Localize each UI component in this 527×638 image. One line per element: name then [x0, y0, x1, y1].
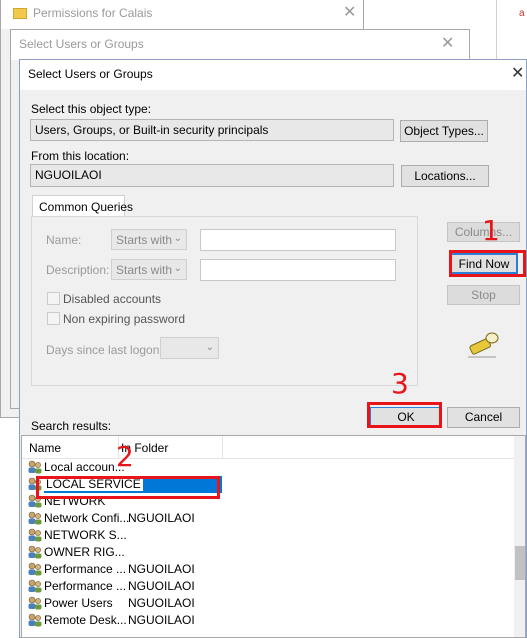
row-folder: NGUOILAOI — [128, 579, 195, 593]
scrollbar-thumb[interactable] — [515, 546, 525, 580]
chevron-down-icon: ⌄ — [173, 263, 182, 274]
table-row[interactable]: Remote Desk... NGUOILAOI — [22, 612, 222, 629]
right-edge-panel: a — [496, 0, 527, 60]
select-users-dialog: Select Users or Groups ✕ Select this obj… — [19, 59, 527, 638]
tab-common-queries[interactable]: Common Queries — [32, 195, 133, 217]
stop-button: Stop — [447, 285, 520, 305]
row-name: OWNER RIG... — [44, 545, 125, 559]
description-mode-select: Starts with ⌄ — [111, 259, 187, 280]
row-name: Network Confi... — [44, 511, 130, 525]
location-field: NGUOILAOI — [30, 164, 394, 187]
disabled-accounts-label: Disabled accounts — [63, 292, 162, 306]
name-input[interactable] — [200, 229, 396, 251]
non-expiring-checkbox[interactable] — [47, 312, 60, 325]
row-folder: NGUOILAOI — [128, 596, 195, 610]
object-type-label: Select this object type: — [31, 102, 152, 116]
object-types-button[interactable]: Object Types... — [400, 120, 488, 142]
name-mode-select: Starts with ⌄ — [111, 229, 187, 250]
user-group-icon — [27, 562, 43, 576]
row-name: Performance ... — [44, 562, 127, 576]
close-icon[interactable]: ✕ — [441, 34, 454, 54]
common-queries-panel: Name: Starts with ⌄ Description: Starts w… — [31, 216, 418, 386]
chevron-down-icon: ⌄ — [173, 233, 182, 244]
disabled-accounts-checkbox[interactable] — [47, 292, 60, 305]
days-since-logon-label: Days since last logon: — [46, 343, 163, 357]
annotation-box-local-service — [36, 476, 220, 499]
folder-icon — [13, 8, 27, 19]
tab-common-queries-label: Common Queries — [39, 200, 134, 214]
dialog-titlebar: Select Users or Groups ✕ — [20, 60, 526, 90]
user-group-icon — [27, 460, 43, 474]
object-type-field: Users, Groups, or Built-in security prin… — [30, 119, 394, 141]
permissions-titlebar: Permissions for Calais ✕ — [1, 0, 363, 29]
non-expiring-label: Non expiring password — [63, 312, 186, 326]
user-group-icon — [27, 545, 43, 559]
row-name: NETWORK S... — [44, 528, 127, 542]
column-header-name[interactable]: Name — [29, 441, 61, 455]
annotation-box-find-now — [449, 250, 526, 277]
search-flashlight-icon — [468, 332, 499, 358]
user-group-icon — [27, 511, 43, 525]
table-row[interactable]: Network Confi... NGUOILAOI — [22, 510, 222, 527]
permissions-title: Permissions for Calais — [33, 6, 153, 20]
table-row[interactable]: Performance ... NGUOILAOI — [22, 578, 222, 595]
annotation-step-3: 3 — [391, 367, 409, 400]
user-group-icon — [27, 596, 43, 610]
cancel-button[interactable]: Cancel — [447, 407, 520, 428]
name-label: Name: — [46, 233, 82, 247]
description-mode-value: Starts with — [116, 263, 173, 277]
user-group-icon — [27, 613, 43, 627]
description-input[interactable] — [200, 259, 396, 281]
dialog-title: Select Users or Groups — [28, 67, 153, 81]
vertical-scrollbar[interactable] — [514, 436, 525, 637]
row-name: Local accoun... — [44, 460, 125, 474]
background-dialog-title: Select Users or Groups — [19, 37, 144, 51]
column-divider — [222, 436, 223, 459]
row-folder: NGUOILAOI — [128, 511, 195, 525]
location-label: From this location: — [31, 149, 130, 163]
table-row[interactable]: NETWORK S... — [22, 527, 222, 544]
locations-button[interactable]: Locations... — [401, 165, 489, 187]
row-name: Remote Desk... — [44, 613, 127, 627]
results-header: Name In Folder — [22, 436, 522, 459]
search-results-label: Search results: — [31, 419, 112, 433]
close-icon[interactable]: ✕ — [343, 3, 356, 23]
annotation-box-ok — [367, 402, 442, 428]
table-row[interactable]: OWNER RIG... — [22, 544, 222, 561]
chevron-down-icon: ⌄ — [205, 342, 214, 353]
row-name: Performance ... — [44, 579, 127, 593]
name-mode-value: Starts with — [116, 233, 173, 247]
user-group-icon — [27, 579, 43, 593]
table-row[interactable]: Power Users NGUOILAOI — [22, 595, 222, 612]
table-row[interactable]: Performance ... NGUOILAOI — [22, 561, 222, 578]
annotation-step-1: 1 — [482, 214, 500, 247]
user-group-icon — [27, 528, 43, 542]
row-folder: NGUOILAOI — [128, 562, 195, 576]
description-label: Description: — [46, 263, 110, 277]
annotation-step-2: 2 — [116, 440, 134, 473]
row-folder: NGUOILAOI — [128, 613, 195, 627]
search-results-list[interactable]: Name In Folder Local accoun... LOCAL SERV… — [21, 435, 526, 638]
row-name: Power Users — [44, 596, 113, 610]
background-dialog-titlebar: Select Users or Groups ✕ — [11, 30, 469, 60]
close-icon[interactable]: ✕ — [511, 64, 524, 84]
days-since-logon-select: ⌄ — [160, 337, 219, 359]
edge-glyph: a — [519, 8, 525, 19]
